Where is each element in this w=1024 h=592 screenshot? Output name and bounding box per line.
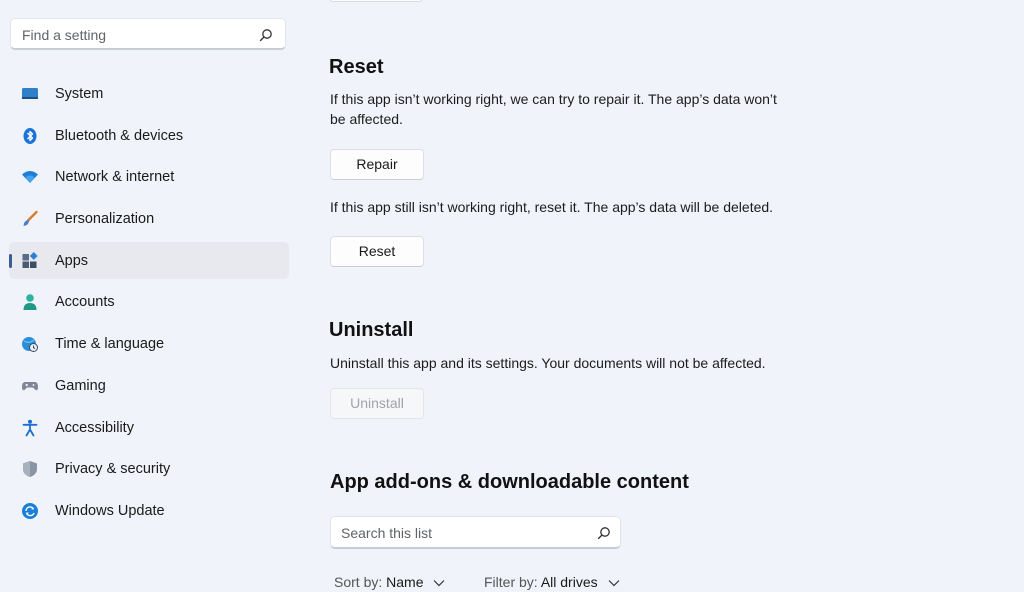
chevron-down-icon [608,580,619,587]
uninstall-description: Uninstall this app and its settings. You… [330,355,766,371]
addons-section-title: App add-ons & downloadable content [330,471,689,493]
bluetooth-icon [23,127,37,144]
main-content: Reset If this app isn’t working right, w… [300,0,1024,592]
uninstall-section-title: Uninstall [329,319,414,341]
search-icon [259,29,272,42]
sidebar-nav: System Bluetooth & devices Network & int… [9,75,289,534]
repair-button[interactable]: Repair [330,149,424,180]
sidebar-item-apps[interactable]: Apps [9,241,289,279]
sidebar-item-gaming[interactable]: Gaming [9,367,289,404]
sidebar-item-system[interactable]: System [9,75,289,112]
sidebar-item-label: Time & language [55,336,165,353]
system-icon [22,88,38,99]
sidebar-item-label: System [55,86,104,102]
accessibility-icon [22,419,38,436]
search-icon [597,527,610,540]
sidebar-item-accounts[interactable]: Accounts [9,283,289,320]
sidebar-item-label: Windows Update [55,502,165,519]
sidebar-item-network[interactable]: Network & internet [9,158,289,195]
reset-section-title: Reset [329,56,384,78]
apps-icon [22,251,38,268]
sidebar-item-label: Privacy & security [55,461,171,478]
sidebar-item-windows-update[interactable]: Windows Update [9,492,289,529]
chevron-down-icon [433,580,445,587]
person-icon [23,294,37,311]
sidebar-item-bluetooth[interactable]: Bluetooth & devices [9,117,289,154]
sidebar-item-label: Bluetooth & devices [55,127,184,144]
brush-icon [23,210,38,227]
sidebar-item-label: Personalization [55,211,155,228]
update-icon [22,502,38,519]
filter-by-label: Filter by: [484,574,538,590]
sidebar-item-label: Gaming [55,377,106,394]
search-list-placeholder: Search this list [341,525,433,541]
reset-description: If this app still isn’t working right, r… [330,199,774,215]
find-setting-search[interactable]: Find a setting [10,18,286,50]
search-list-input[interactable]: Search this list [330,516,621,549]
sidebar-item-label: Accounts [55,294,115,311]
filter-by-dropdown[interactable]: Filter by: All drives [484,574,620,590]
reset-button[interactable]: Reset [330,236,424,267]
filter-by-value: All drives [540,574,598,590]
find-setting-placeholder: Find a setting [22,27,107,43]
sidebar-item-label: Apps [55,252,89,269]
sort-by-label: Sort by: [334,574,383,590]
globe-clock-icon [22,337,38,353]
settings-window: Find a setting System Bluetooth & device [0,0,1024,592]
wifi-icon [22,171,38,184]
sidebar-item-accessibility[interactable]: Accessibility [9,409,289,446]
uninstall-button[interactable]: Uninstall [330,388,424,419]
sidebar-item-label: Accessibility [55,419,134,436]
sort-by-value: Name [386,574,424,590]
shield-icon [23,461,37,478]
sidebar: Find a setting System Bluetooth & device [0,0,300,592]
sort-by-dropdown[interactable]: Sort by: Name [334,574,445,590]
sidebar-item-time-language[interactable]: Time & language [9,325,289,362]
scrolled-button-edge[interactable] [329,0,423,2]
gamepad-icon [22,381,38,391]
sidebar-item-privacy-security[interactable]: Privacy & security [9,450,289,487]
sidebar-item-personalization[interactable]: Personalization [9,200,289,237]
sidebar-item-label: Network & internet [55,169,175,186]
repair-description: If this app isn’t working right, we can … [330,91,777,127]
